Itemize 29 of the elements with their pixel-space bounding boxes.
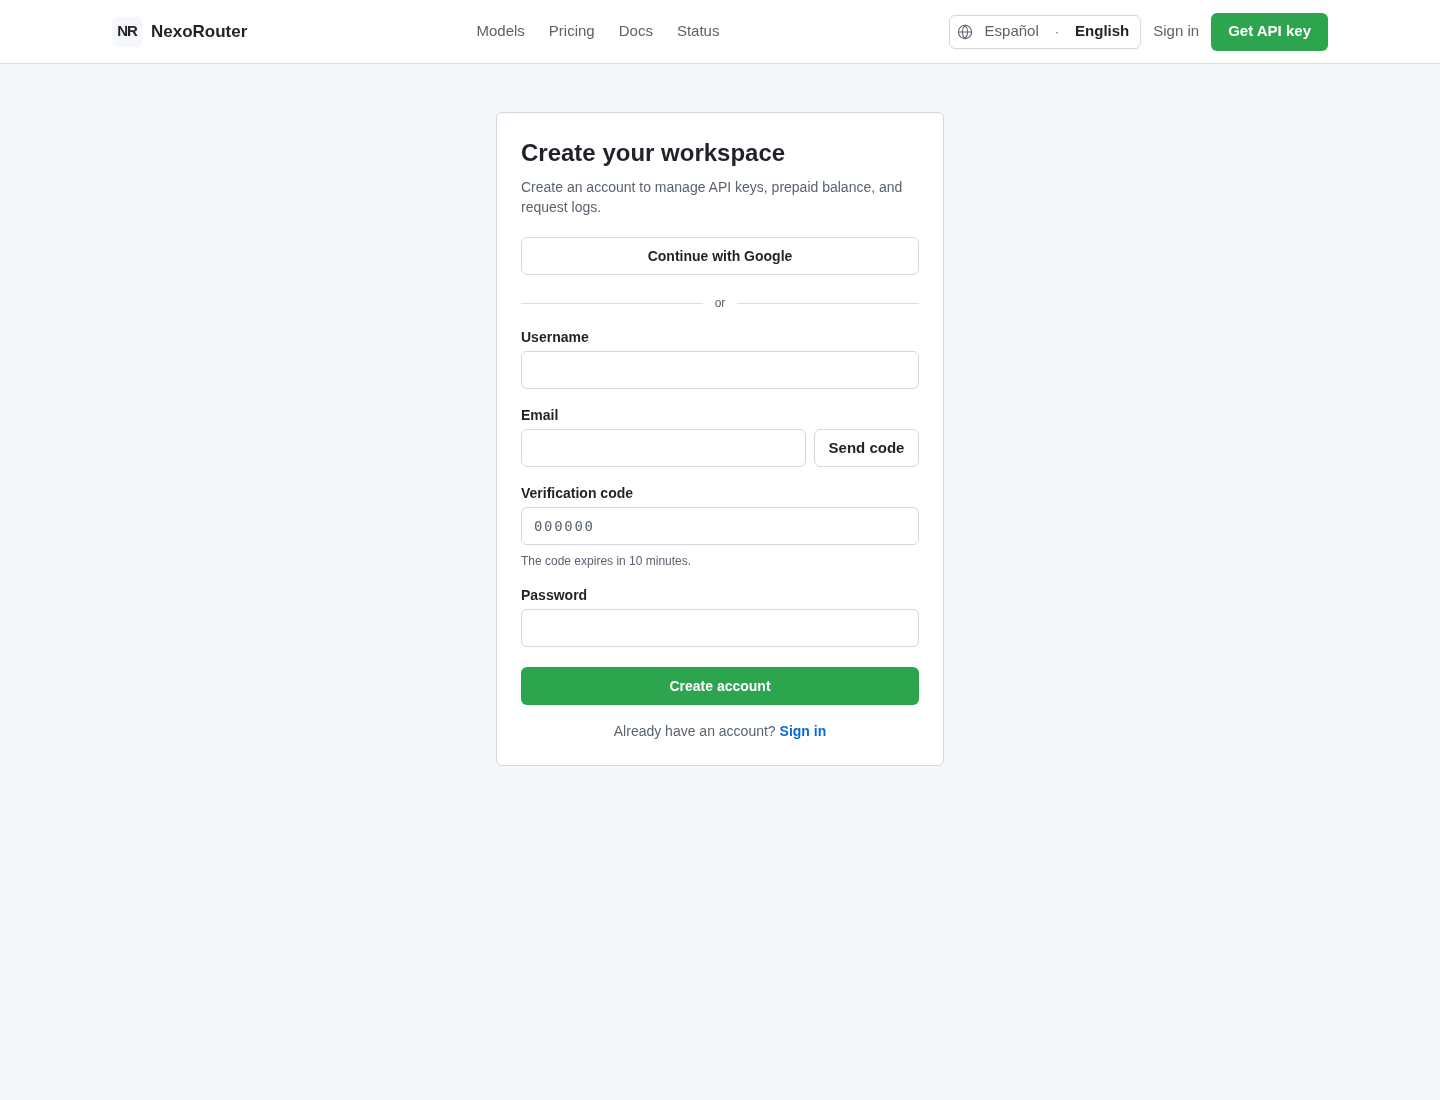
sign-in-link[interactable]: Sign in [1153,20,1200,43]
send-code-button[interactable]: Send code [814,429,919,467]
field-label: Password [521,586,589,605]
card-title: Create your workspace [521,138,787,168]
create-account-button[interactable]: Create account [521,667,919,705]
field-label: Username [521,328,590,347]
brand-name: NexoRouter [151,20,248,43]
globe-icon [956,23,973,40]
code-input-field[interactable]: 000000 [521,507,919,545]
sign-in-link[interactable]: Sign in [779,723,827,739]
password-input-field[interactable] [521,609,919,647]
logo-mark: NR [112,16,142,47]
field-hint: The code expires in 10 minutes. [521,553,693,569]
text-input-field[interactable] [521,351,919,389]
nav-link[interactable]: Models [476,20,525,43]
nav-link[interactable]: Pricing [548,20,595,43]
nav-link[interactable]: Docs [618,20,653,43]
sign-in-prompt: Already have an account? Sign in [612,722,828,741]
email-input-field[interactable] [521,429,806,467]
card-subtitle: Create an account to manage API keys, prepaid balance, and request logs. [521,178,904,217]
get-api-key-button[interactable]: Get API key [1211,12,1328,51]
field-label: Verification code [521,484,635,503]
language-option[interactable]: English [1071,20,1134,43]
divider-label: or [714,295,726,312]
field-label: Email [521,406,560,425]
nav-link[interactable]: Status [676,20,720,43]
language-separator: · [1053,22,1061,41]
language-option[interactable]: Español [980,20,1043,43]
google-sign-in-button[interactable]: Continue with Google [521,237,919,275]
